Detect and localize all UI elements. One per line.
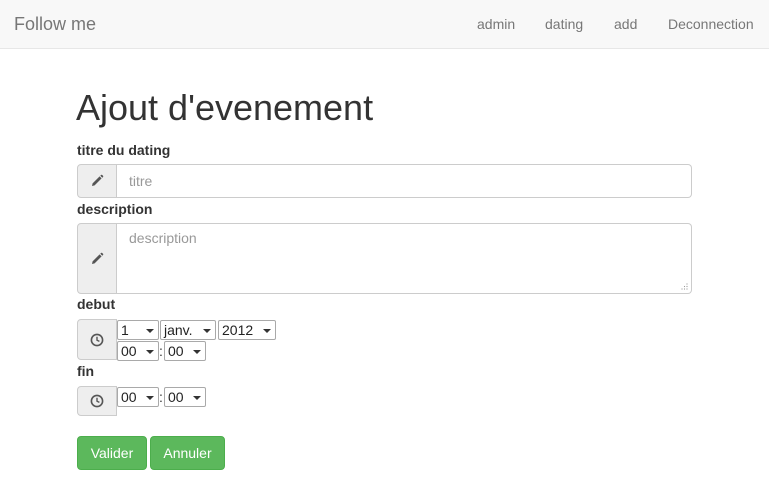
chevron-down-icon (146, 396, 154, 400)
valider-button[interactable]: Valider (77, 436, 147, 470)
page-title: Ajout d'evenement (76, 87, 374, 128)
chevron-down-icon (146, 329, 154, 333)
nav-link-deconnection[interactable]: Deconnection (668, 15, 754, 33)
debut-month-select[interactable]: janv. (160, 320, 216, 340)
debut-time-separator: : (159, 343, 163, 359)
nav-link-dating[interactable]: dating (545, 15, 583, 33)
fin-time-separator: : (159, 389, 163, 405)
nav-link-admin[interactable]: admin (477, 15, 515, 33)
chevron-down-icon (203, 329, 211, 333)
chevron-down-icon (263, 329, 271, 333)
titre-addon (77, 164, 117, 198)
description-textarea[interactable] (117, 223, 692, 294)
pencil-icon (92, 252, 104, 264)
clock-icon (90, 394, 104, 408)
debut-addon (77, 319, 117, 360)
debut-minute-select[interactable]: 00 (164, 341, 206, 361)
debut-year-select[interactable]: 2012 (218, 320, 276, 340)
debut-label: debut (77, 296, 116, 312)
description-addon (77, 223, 117, 294)
brand-link[interactable]: Follow me (14, 14, 96, 34)
fin-addon (77, 386, 117, 416)
nav-link-add[interactable]: add (614, 15, 637, 33)
fin-minute-select[interactable]: 00 (164, 387, 206, 407)
clock-icon (90, 333, 104, 346)
chevron-down-icon (193, 396, 201, 400)
navbar: Follow me admin dating add Deconnection (0, 0, 769, 49)
fin-hour-select[interactable]: 00 (117, 387, 159, 407)
chevron-down-icon (146, 350, 154, 354)
pencil-icon (92, 174, 104, 186)
fin-label: fin (77, 363, 95, 379)
titre-input[interactable] (117, 164, 692, 198)
chevron-down-icon (193, 350, 201, 354)
debut-day-select[interactable]: 1 (117, 320, 159, 340)
description-label: description (77, 201, 153, 217)
debut-hour-select[interactable]: 00 (117, 341, 159, 361)
annuler-button[interactable]: Annuler (150, 436, 225, 470)
titre-label: titre du dating (77, 142, 171, 158)
